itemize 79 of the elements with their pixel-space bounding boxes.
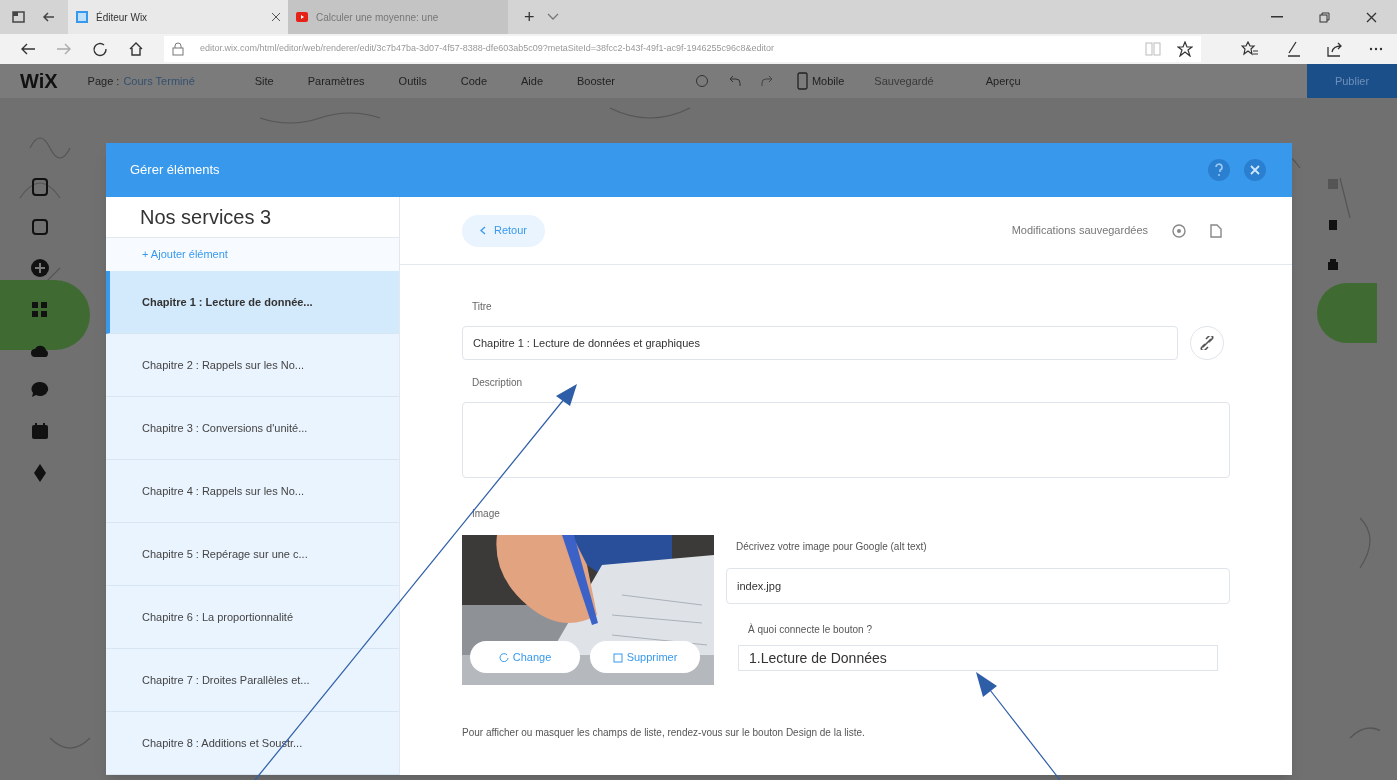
tabs-icon[interactable] [12, 10, 26, 24]
calendar-icon[interactable] [31, 422, 49, 440]
publish-button[interactable]: Publier [1307, 64, 1397, 98]
title-input[interactable]: Chapitre 1 : Lecture de données et graphiques [462, 326, 1178, 360]
list-item[interactable]: Chapitre 3 : Conversions d'unité... [106, 397, 399, 460]
minimize-icon[interactable] [1271, 16, 1283, 18]
button-link-input[interactable]: 1.Lecture de Données [738, 645, 1218, 671]
list-item[interactable]: Chapitre 7 : Droites Parallèles et... [106, 649, 399, 712]
page-label: Page : [87, 73, 120, 89]
back-tab-icon[interactable] [42, 10, 56, 24]
field-label: Image [472, 507, 501, 521]
menu-item[interactable]: Outils [398, 72, 427, 90]
more-icon[interactable] [1369, 47, 1383, 51]
field-label: Description [472, 376, 524, 390]
help-text: Pour afficher ou masquer les champs de liste, rendez-vous sur le bouton Design de la liste. [462, 726, 866, 740]
list-item[interactable]: Chapitre 5 : Repérage sur une c... [106, 523, 399, 586]
menu-item[interactable]: Booster [577, 72, 615, 90]
add-icon[interactable] [30, 258, 50, 278]
close-icon[interactable] [1366, 11, 1377, 23]
mobile-icon[interactable] [796, 72, 808, 90]
menu-item[interactable]: Site [254, 72, 274, 90]
list-item[interactable]: Chapitre 6 : La proportionnalité [106, 586, 399, 649]
wix-logo[interactable]: WiX [20, 66, 58, 96]
add-item-link[interactable]: + Ajouter élément [142, 246, 228, 263]
restore-icon[interactable] [1319, 11, 1330, 23]
lock-icon [172, 42, 184, 56]
chat-icon[interactable] [31, 381, 49, 399]
list-item[interactable]: Chapitre 2 : Rappels sur les No... [106, 334, 399, 397]
close-tab-icon[interactable] [272, 13, 280, 21]
link-icon [1200, 336, 1214, 350]
menu-item[interactable]: Paramètres [307, 72, 365, 90]
browser-tab[interactable]: Calculer une moyenne: une [288, 0, 508, 34]
change-button[interactable]: Change [470, 641, 580, 673]
section-band [1317, 283, 1377, 343]
save-status: Sauvegardé [874, 73, 934, 89]
list-title: Nos services 3 [140, 205, 272, 231]
alt-text-input[interactable]: index.jpg [726, 568, 1230, 604]
menu-item[interactable]: Code [460, 72, 487, 90]
new-tab-button[interactable]: + [524, 3, 535, 31]
save-status: Modifications sauvegardées [1011, 223, 1148, 239]
dialog-title: Gérer éléments [130, 161, 220, 180]
refresh-icon[interactable] [92, 41, 108, 57]
field-label: Décrivez votre image pour Google (alt text) [736, 540, 928, 554]
trash-icon [612, 651, 623, 663]
redo-icon[interactable] [760, 75, 773, 87]
zoom-icon[interactable] [694, 74, 709, 88]
background-icon[interactable] [32, 219, 48, 235]
refresh-icon [498, 652, 509, 662]
description-input[interactable] [462, 402, 1230, 478]
back-button[interactable]: Retour [462, 214, 546, 247]
share-icon[interactable] [1327, 41, 1343, 57]
browser-tab[interactable]: Éditeur Wix [68, 0, 288, 34]
delete-button[interactable]: Supprimer [590, 641, 700, 673]
chevron-left-icon [480, 226, 486, 235]
trash-icon[interactable] [1328, 218, 1338, 230]
layers-icon[interactable] [1327, 258, 1339, 270]
preview-button[interactable]: Aperçu [985, 72, 1021, 90]
pen-icon[interactable] [1285, 41, 1301, 57]
field-label: À quoi connecte le bouton ? [748, 622, 873, 637]
back-arrow-icon[interactable] [20, 42, 36, 56]
apps-icon[interactable] [31, 301, 49, 319]
star-icon[interactable] [1177, 41, 1193, 57]
document-icon[interactable] [1210, 223, 1222, 238]
settings-icon[interactable] [1172, 223, 1186, 238]
favorites-icon[interactable] [1241, 41, 1259, 57]
chevron-down-icon[interactable] [546, 12, 559, 22]
page-selector[interactable]: Cours Terminé [123, 72, 195, 90]
video-icon [296, 12, 308, 22]
help-icon[interactable] [1208, 159, 1230, 181]
undo-icon[interactable] [728, 75, 741, 87]
home-icon[interactable] [128, 41, 144, 57]
list-item[interactable]: Chapitre 1 : Lecture de donnée... [106, 271, 399, 334]
site-icon [76, 11, 88, 23]
mobile-view-button[interactable]: Mobile [811, 72, 845, 90]
list-item[interactable]: Chapitre 4 : Rappels sur les No... [106, 460, 399, 523]
forward-arrow-icon[interactable] [56, 42, 72, 56]
field-label: Titre [472, 300, 493, 314]
pages-icon[interactable] [32, 178, 48, 196]
menu-item[interactable]: Aide [521, 72, 544, 90]
